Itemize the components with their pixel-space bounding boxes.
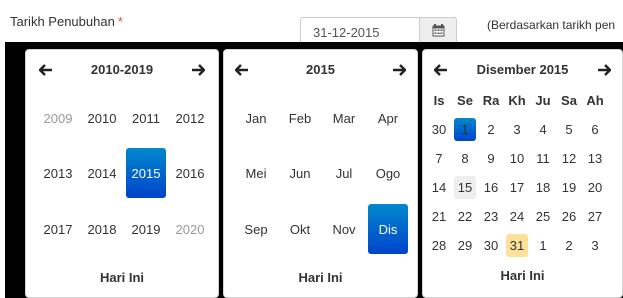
day-cell[interactable]: 11 — [532, 147, 554, 170]
day-cell[interactable]: 3 — [506, 118, 528, 141]
day-cell[interactable]: 24 — [506, 205, 528, 228]
day-cell[interactable]: 10 — [506, 147, 528, 170]
year-cell[interactable]: 2010 — [82, 93, 122, 143]
calendar-icon — [432, 23, 445, 42]
day-cell[interactable]: 30 — [428, 118, 450, 141]
day-cell[interactable]: 13 — [584, 147, 606, 170]
month-cell[interactable]: Mei — [236, 148, 276, 198]
year-cell[interactable]: 2020 — [170, 204, 210, 254]
day-cell-today[interactable]: 31 — [506, 234, 528, 257]
year-cell[interactable]: 2017 — [38, 204, 78, 254]
field-label: Tarikh Penubuhan * — [10, 14, 123, 29]
year-cell[interactable]: 2016 — [170, 148, 210, 198]
arrow-right-icon[interactable] — [594, 60, 614, 80]
day-cell[interactable]: 1 — [532, 234, 554, 257]
day-cell[interactable]: 9 — [480, 147, 502, 170]
day-cell[interactable]: 12 — [558, 147, 580, 170]
day-cell[interactable]: 2 — [480, 118, 502, 141]
year-cell[interactable]: 2012 — [170, 93, 210, 143]
month-cell[interactable]: Jan — [236, 93, 276, 143]
weekday-header: Kh — [508, 93, 526, 108]
day-cell[interactable]: 20 — [584, 176, 606, 199]
month-title[interactable]: Disember 2015 — [423, 62, 622, 77]
day-cell[interactable]: 14 — [428, 176, 450, 199]
day-cell-selected[interactable]: 1 — [454, 118, 476, 141]
day-cell[interactable]: 4 — [532, 118, 554, 141]
weekday-header: Ah — [586, 93, 604, 108]
day-cell[interactable]: 6 — [584, 118, 606, 141]
day-cell[interactable]: 7 — [428, 147, 450, 170]
year-cell[interactable]: 2019 — [126, 204, 166, 254]
today-button[interactable]: Hari Ini — [26, 270, 218, 285]
month-cell[interactable]: Jun — [280, 148, 320, 198]
weekday-header: Se — [457, 93, 473, 108]
arrow-right-icon[interactable] — [188, 60, 208, 80]
day-cell[interactable]: 23 — [480, 205, 502, 228]
year-cell-selected[interactable]: 2015 — [126, 148, 166, 198]
year-picker: 2010-2019 2009 2010 2011 2012 2013 2014 … — [25, 49, 219, 298]
day-cell[interactable]: 19 — [558, 176, 580, 199]
month-cell[interactable]: Ogo — [368, 148, 408, 198]
day-cell[interactable]: 27 — [584, 205, 606, 228]
year-cell[interactable]: 2013 — [38, 148, 78, 198]
day-cell[interactable]: 21 — [428, 205, 450, 228]
day-picker: Disember 2015 Is Se Ra Kh Ju Sa Ah 30 1 … — [422, 49, 623, 298]
day-cell[interactable]: 16 — [480, 176, 502, 199]
month-cell[interactable]: Feb — [280, 93, 320, 143]
month-cell[interactable]: Okt — [280, 204, 320, 254]
today-button[interactable]: Hari Ini — [423, 268, 622, 283]
day-cell[interactable]: 3 — [584, 234, 606, 257]
month-cell[interactable]: Mar — [324, 93, 364, 143]
day-cell[interactable]: 5 — [558, 118, 580, 141]
month-cell[interactable]: Sep — [236, 204, 276, 254]
day-cell[interactable]: 26 — [558, 205, 580, 228]
today-button[interactable]: Hari Ini — [224, 270, 417, 285]
day-cell-hover[interactable]: 15 — [454, 176, 476, 199]
day-cell[interactable]: 2 — [558, 234, 580, 257]
day-cell[interactable]: 22 — [454, 205, 476, 228]
year-cell[interactable]: 2018 — [82, 204, 122, 254]
weekday-header: Is — [433, 93, 445, 108]
month-cell[interactable]: Apr — [368, 93, 408, 143]
day-cell[interactable]: 30 — [480, 234, 502, 257]
month-cell[interactable]: Jul — [324, 148, 364, 198]
required-mark: * — [117, 14, 123, 29]
month-cell-selected[interactable]: Dis — [368, 204, 408, 254]
day-cell[interactable]: 18 — [532, 176, 554, 199]
day-cell[interactable]: 25 — [532, 205, 554, 228]
year-cell[interactable]: 2014 — [82, 148, 122, 198]
month-picker: 2015 Jan Feb Mar Apr Mei Jun Jul Ogo Sep… — [223, 49, 418, 298]
day-cell[interactable]: 8 — [454, 147, 476, 170]
weekday-header: Sa — [561, 93, 577, 108]
day-cell[interactable]: 17 — [506, 176, 528, 199]
day-cell[interactable]: 29 — [454, 234, 476, 257]
weekday-header: Ju — [535, 93, 551, 108]
arrow-right-icon[interactable] — [389, 60, 409, 80]
field-hint: (Berdasarkan tarikh pen — [487, 18, 616, 32]
year-cell[interactable]: 2011 — [126, 93, 166, 143]
day-cell[interactable]: 28 — [428, 234, 450, 257]
month-cell[interactable]: Nov — [324, 204, 364, 254]
year-cell[interactable]: 2009 — [38, 93, 78, 143]
weekday-header: Ra — [482, 93, 500, 108]
